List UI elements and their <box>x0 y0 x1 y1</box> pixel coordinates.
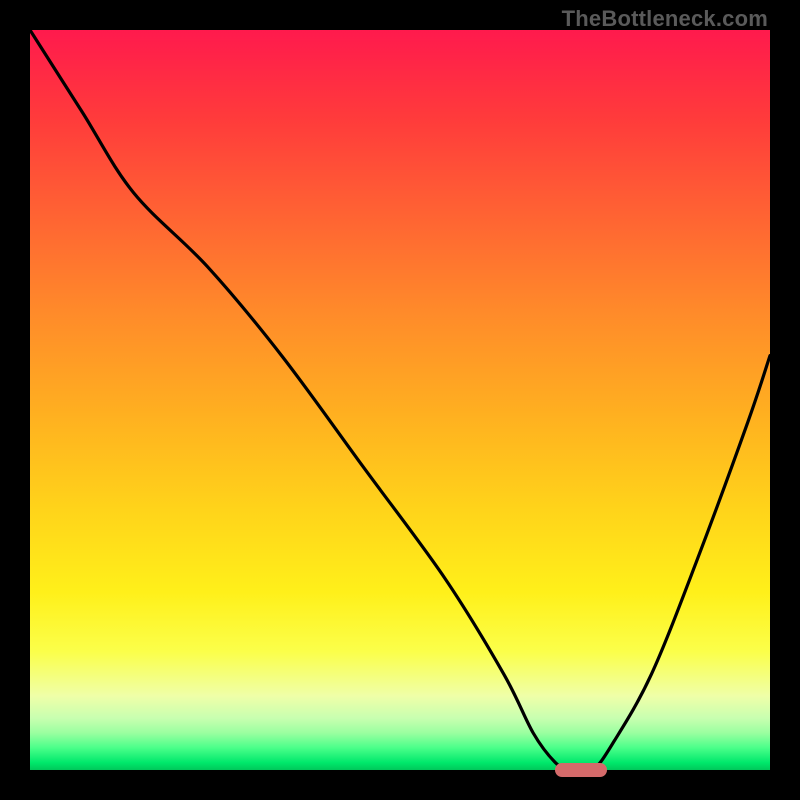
bottleneck-curve-path <box>30 30 770 770</box>
bottleneck-curve <box>30 30 770 770</box>
watermark-text: TheBottleneck.com <box>562 6 768 32</box>
minimum-marker <box>555 763 607 777</box>
chart-frame: TheBottleneck.com <box>0 0 800 800</box>
plot-area <box>30 30 770 770</box>
